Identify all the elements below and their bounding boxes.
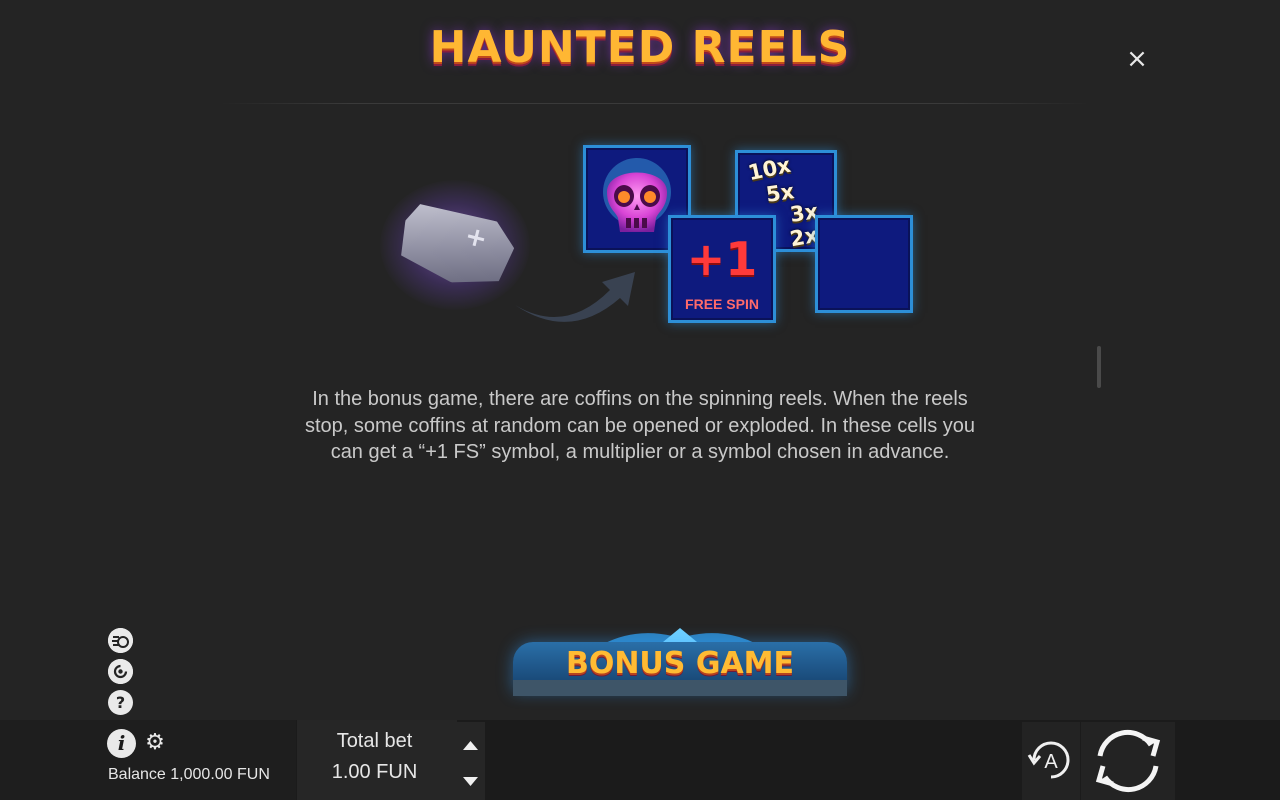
divider — [220, 103, 1090, 104]
history-icon[interactable] — [108, 659, 133, 684]
total-bet-value: 1.00 FUN — [331, 761, 418, 783]
autoplay-icon: A — [1027, 741, 1070, 779]
autoplay-button[interactable]: A — [1022, 722, 1080, 800]
bet-panel: Total bet 1.00 FUN — [297, 720, 457, 800]
bet-decrease-button[interactable] — [456, 766, 485, 796]
help-icon[interactable]: ? — [108, 690, 133, 715]
game-logo: HAUNTED REELS — [429, 22, 851, 73]
balance-display: Balance 1,000.00 FUN — [108, 766, 270, 784]
bottom-bar: i ⚙ Balance 1,000.00 FUN Total bet 1.00 … — [0, 720, 1280, 800]
balance-label: Balance — [108, 766, 166, 783]
free-spin-cell: +1 FREE SPIN — [668, 215, 776, 323]
spin-button[interactable] — [1081, 722, 1175, 800]
close-button[interactable]: × — [1122, 44, 1152, 74]
scrollbar[interactable] — [1097, 346, 1101, 388]
bet-increase-button[interactable] — [456, 730, 485, 760]
empty-cell — [815, 215, 913, 313]
bonus-game-banner: BONUS GAME — [513, 624, 847, 696]
balance-value: 1,000.00 FUN — [170, 766, 270, 783]
bonus-game-title: BONUS GAME — [565, 646, 795, 681]
reel-strip — [513, 680, 847, 696]
paytable-screen: HAUNTED REELS × + 10x 5x 3x 2x +1 FREE S… — [0, 0, 1280, 800]
triangle-up-icon — [463, 741, 478, 750]
bet-stepper — [456, 722, 485, 800]
turbo-icon[interactable] — [108, 628, 133, 653]
autoplay-label: A — [1044, 751, 1058, 773]
spin-icon — [1095, 729, 1161, 793]
triangle-down-icon — [463, 777, 478, 786]
gear-icon[interactable]: ⚙ — [143, 731, 167, 755]
info-button[interactable]: i — [107, 729, 136, 758]
free-spin-symbol: +1 — [686, 232, 758, 286]
balance-panel: i ⚙ Balance 1,000.00 FUN — [0, 720, 296, 800]
arrow-icon — [515, 272, 635, 322]
total-bet-label: Total bet — [336, 730, 413, 752]
free-spin-label: FREE SPIN — [685, 296, 759, 312]
bonus-description: In the bonus game, there are coffins on … — [304, 388, 976, 463]
bonus-illustration: + 10x 5x 3x 2x +1 FREE SPIN — [380, 140, 920, 340]
